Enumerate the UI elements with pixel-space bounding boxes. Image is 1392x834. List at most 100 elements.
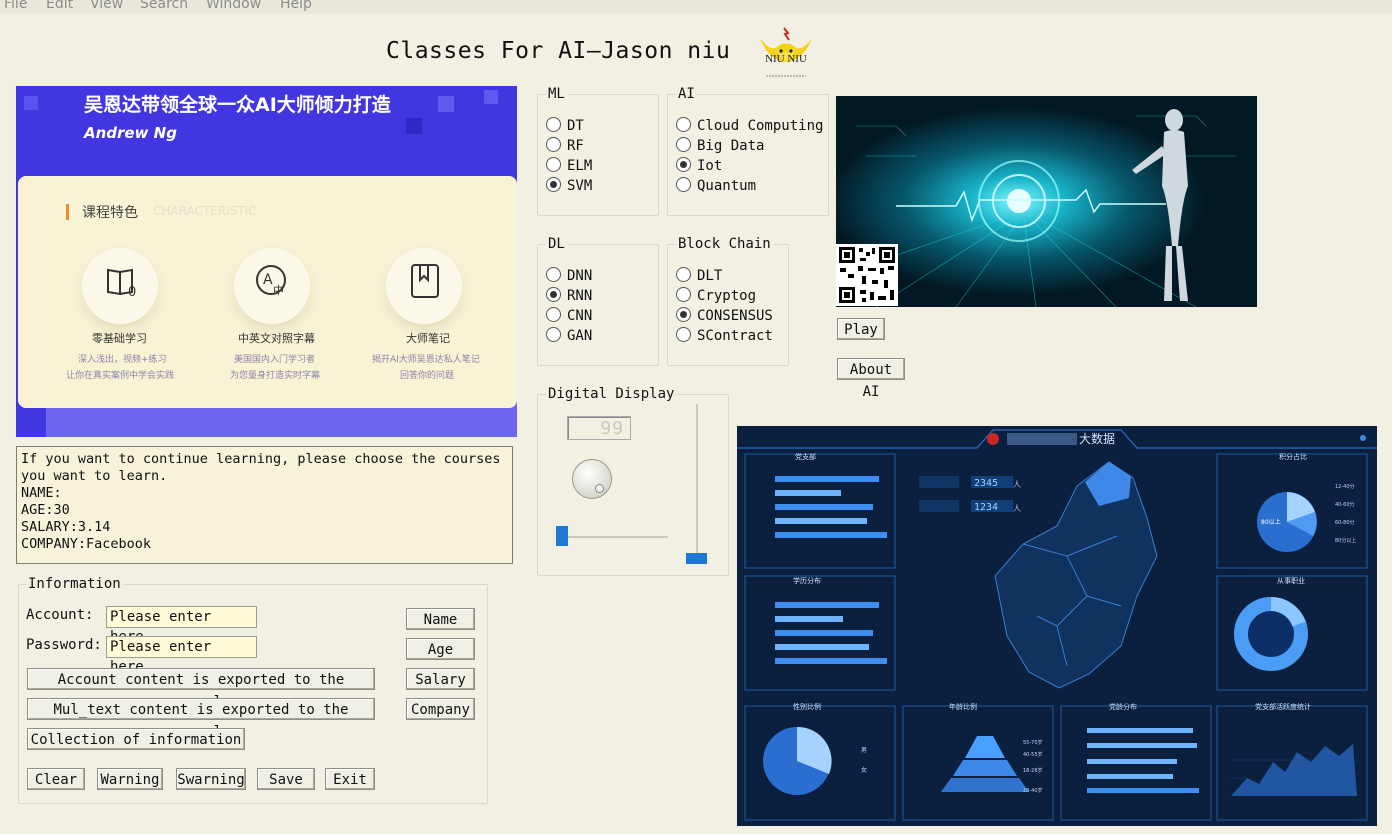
play-button[interactable]: Play <box>837 318 885 340</box>
ai-robot-image <box>836 96 1257 307</box>
radio-bc-consensus[interactable]: CONSENSUS <box>676 307 773 325</box>
export-multext-button[interactable]: Mul_text content is exported to the cons… <box>27 698 375 740</box>
logo-text: NIU NIU <box>765 53 807 65</box>
account-input[interactable]: Please enter here <box>106 606 257 645</box>
lcd-value: 99 <box>600 418 624 439</box>
radio-ai-quantum[interactable]: Quantum <box>676 177 756 195</box>
ml-group <box>537 94 659 216</box>
collect-info-button[interactable]: Collection of information <box>27 728 245 750</box>
name-button[interactable]: Name <box>406 608 475 630</box>
lcd-display: 99 <box>567 416 631 440</box>
account-label: Account: <box>26 607 94 623</box>
ml-title: ML <box>546 86 567 102</box>
horizontal-slider-handle[interactable] <box>556 526 568 546</box>
svg-text:80分以上: 80分以上 <box>1335 537 1356 544</box>
password-input[interactable]: Please enter here <box>106 636 257 675</box>
feature-2-title: 中英文对照字幕 <box>238 332 315 345</box>
password-label: Password: <box>26 637 102 653</box>
banner-name: Andrew Ng <box>84 124 177 142</box>
salary-button[interactable]: Salary <box>406 668 475 690</box>
feature-3-title: 大师笔记 <box>406 332 450 345</box>
age-button[interactable]: Age <box>406 638 475 660</box>
dial-knob[interactable] <box>572 459 612 499</box>
panel-7-title: 党龄分布 <box>1109 702 1137 711</box>
horizontal-slider-track <box>556 536 668 538</box>
feature-3-line1: 揭开AI大师吴恩达私人笔记 <box>372 355 480 365</box>
exit-button[interactable]: Exit <box>325 768 375 790</box>
company-button[interactable]: Company <box>406 698 475 720</box>
svg-text:A: A <box>263 272 273 288</box>
vertical-slider-handle[interactable] <box>686 553 707 564</box>
digital-display-title: Digital Display <box>546 386 677 402</box>
dl-group <box>537 244 659 366</box>
message-textbox[interactable]: If you want to continue learning, please… <box>16 446 513 564</box>
radio-ml-elm[interactable]: ELM <box>546 157 592 175</box>
panel-8-title: 党支部活跃度统计 <box>1255 702 1311 711</box>
feature-1-title: 零基础学习 <box>92 332 147 345</box>
translate-icon: A 中 <box>256 265 286 297</box>
bookmark-icon <box>411 264 439 298</box>
warning-button[interactable]: Warning <box>97 768 163 790</box>
panel-5-title: 性别比例 <box>793 702 821 711</box>
dashboard-title: 大数据 <box>1079 431 1115 446</box>
svg-text:40-55岁: 40-55岁 <box>1023 751 1043 758</box>
feature-1-line2: 让你在真实案例中学会实践 <box>66 371 175 381</box>
counter-2: 1234 <box>974 502 998 513</box>
svg-text:男: 男 <box>861 747 867 754</box>
banner-headline: 吴恩达带领全球一众AI大师倾力打造 <box>84 94 391 116</box>
svg-text:40-60分: 40-60分 <box>1335 501 1355 508</box>
counter-2-unit: 人 <box>1013 504 1021 513</box>
menu-search[interactable]: Search <box>140 0 188 12</box>
menu-window[interactable]: Window <box>206 0 261 12</box>
radio-ai-cloud[interactable]: Cloud Computing <box>676 117 823 135</box>
dl-title: DL <box>546 236 567 252</box>
niu-logo: NIU NIU <box>754 24 818 86</box>
radio-dl-rnn[interactable]: RNN <box>546 287 592 305</box>
clear-button[interactable]: Clear <box>27 768 85 790</box>
menu-help[interactable]: Help <box>280 0 312 12</box>
radio-ai-bigdata[interactable]: Big Data <box>676 137 764 155</box>
radio-ai-iot[interactable]: Iot <box>676 157 722 175</box>
radio-dl-dnn[interactable]: DNN <box>546 267 592 285</box>
svg-text:28-40岁: 28-40岁 <box>1023 787 1043 794</box>
radio-ml-rf[interactable]: RF <box>546 137 584 155</box>
svg-text:女: 女 <box>861 766 867 774</box>
feature-2-line1: 美国国内入门学习者 <box>234 355 316 365</box>
course-banner: 吴恩达带领全球一众AI大师倾力打造 Andrew Ng 课程特色 CHARACT… <box>16 86 517 437</box>
radio-ml-svm[interactable]: SVM <box>546 177 592 195</box>
svg-text:80以上: 80以上 <box>1261 518 1281 526</box>
svg-text:12-40分: 12-40分 <box>1335 483 1355 490</box>
svg-text:0: 0 <box>128 285 136 300</box>
menu-edit[interactable]: Edit <box>46 0 73 12</box>
svg-text:55-70岁: 55-70岁 <box>1023 739 1043 746</box>
radio-bc-scontract[interactable]: SContract <box>676 327 773 345</box>
menu-file[interactable]: File <box>4 0 27 12</box>
counter-1-unit: 人 <box>1013 480 1021 489</box>
radio-bc-dlt[interactable]: DLT <box>676 267 722 285</box>
radio-dl-cnn[interactable]: CNN <box>546 307 592 325</box>
bull-logo-icon: NIU NIU <box>760 27 812 77</box>
menu-bar: File Edit View Search Window Help <box>0 0 1392 14</box>
blockchain-group <box>667 244 789 366</box>
feature-2-line2: 为您量身打造实时字幕 <box>230 371 321 381</box>
section-label: 课程特色 <box>82 205 138 221</box>
menu-view[interactable]: View <box>90 0 123 12</box>
svg-text:中: 中 <box>273 284 284 297</box>
radio-ml-dt[interactable]: DT <box>546 117 584 135</box>
counter-1: 2345 <box>974 478 998 489</box>
svg-text:18-28岁: 18-28岁 <box>1023 767 1043 774</box>
digital-display-group <box>537 394 729 576</box>
panel-3-title: 学历分布 <box>793 576 821 585</box>
ai-title: AI <box>676 86 697 102</box>
qr-code <box>836 244 898 306</box>
radio-dl-gan[interactable]: GAN <box>546 327 592 345</box>
section-label-en: CHARACTERISTIC <box>153 204 257 218</box>
about-ai-button[interactable]: About AI <box>837 358 905 400</box>
export-account-button[interactable]: Account content is exported to the conso… <box>27 668 375 710</box>
feature-1-line1: 深入浅出，视频+练习 <box>78 355 167 365</box>
swarning-button[interactable]: Swarning <box>176 768 246 790</box>
panel-1-title: 党支部 <box>795 452 816 461</box>
save-button[interactable]: Save <box>257 768 315 790</box>
radio-bc-cryptog[interactable]: Cryptog <box>676 287 756 305</box>
panel-4-title: 从事职业 <box>1277 576 1305 585</box>
